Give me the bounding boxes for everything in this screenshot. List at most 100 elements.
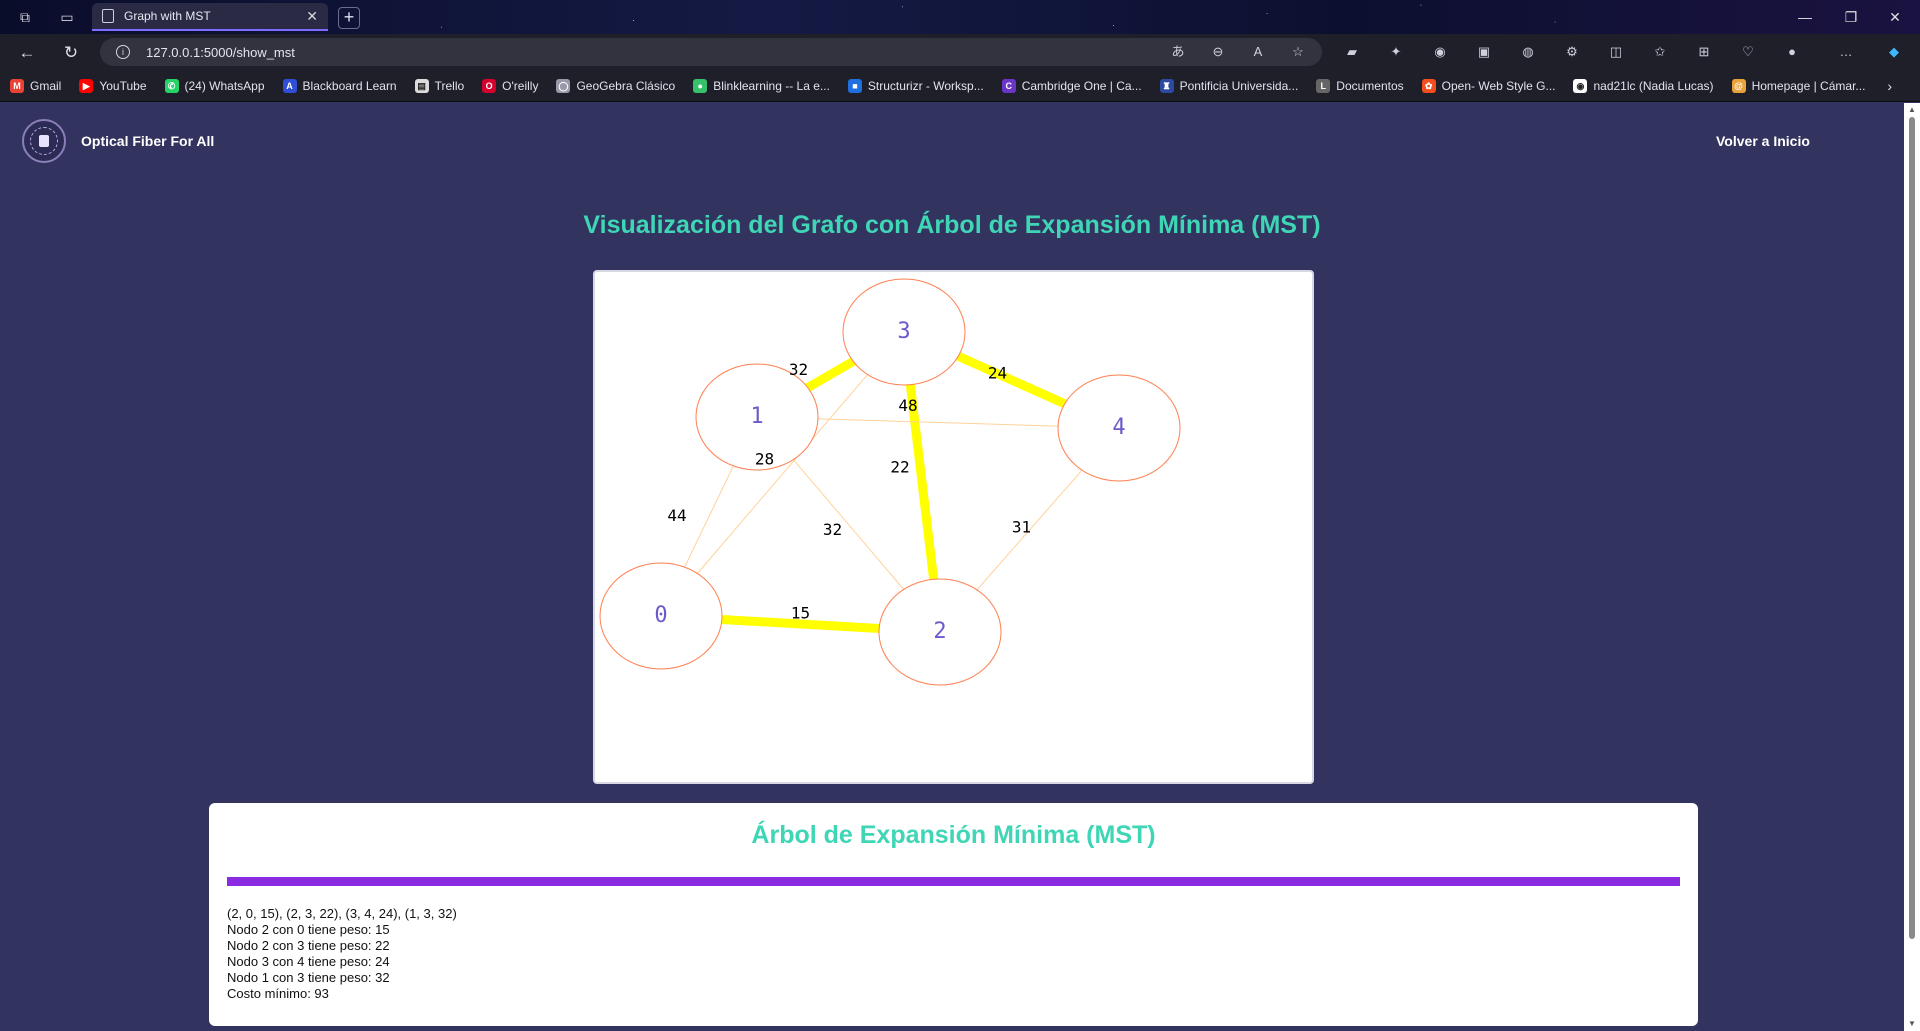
tab-title: Graph with MST <box>124 9 211 23</box>
bookmark-favicon-icon: A <box>282 78 297 93</box>
mst-line: Nodo 2 con 3 tiene peso: 22 <box>227 938 390 953</box>
node-label: 4 <box>1112 415 1125 440</box>
page-icon <box>102 9 114 23</box>
bookmarks-overflow-icon[interactable]: › <box>1887 78 1892 94</box>
extension-translate-icon[interactable]: ▣ <box>1474 42 1494 62</box>
bookmark-favicon-icon: ● <box>693 78 708 93</box>
bookmark-label: Trello <box>434 78 465 93</box>
bookmark-favicon-icon: ■ <box>847 78 862 93</box>
bookmark-label: Cambridge One | Ca... <box>1021 78 1142 93</box>
bookmark-label: YouTube <box>99 78 147 93</box>
logo-ring <box>30 127 58 155</box>
bookmark-item[interactable]: C Cambridge One | Ca... <box>1001 78 1142 93</box>
bookmark-item[interactable]: ✆ (24) WhatsApp <box>164 78 265 93</box>
node-label: 0 <box>654 603 667 628</box>
browser-toolbar: ← ↻ i 127.0.0.1:5000/show_mst あ ⊖ A ☆ ▰ … <box>0 34 1920 70</box>
edge-weight-label: 24 <box>988 364 1007 383</box>
close-tab-icon[interactable]: ✕ <box>306 8 318 25</box>
workspaces-icon[interactable]: ⧉ <box>16 8 34 26</box>
edge-weight-label: 15 <box>791 604 810 623</box>
bookmark-favicon-icon: ◯ <box>556 78 571 93</box>
bookmark-item[interactable]: ♜ Pontificia Universida... <box>1159 78 1298 93</box>
bookmark-item[interactable]: ● Blinklearning -- La e... <box>693 78 830 93</box>
edge-weight-label: 44 <box>667 506 686 525</box>
favorite-star-icon[interactable]: ☆ <box>1288 42 1308 62</box>
minimize-button[interactable]: — <box>1790 7 1820 27</box>
mst-line: Nodo 3 con 4 tiene peso: 24 <box>227 954 390 969</box>
mst-divider <box>227 877 1680 886</box>
edge-weight-label: 22 <box>890 458 909 477</box>
scrollbar-thumb[interactable] <box>1909 117 1915 939</box>
mst-line: Nodo 2 con 0 tiene peso: 15 <box>227 922 390 937</box>
favorites-icon[interactable]: ✩ <box>1650 42 1670 62</box>
mst-title: Árbol de Expansión Mínima (MST) <box>751 821 1156 849</box>
more-options-icon[interactable]: … <box>1836 42 1856 62</box>
bookmark-item[interactable]: L Documentos <box>1316 78 1404 93</box>
read-aloud-icon[interactable]: A <box>1248 42 1268 62</box>
zoom-icon[interactable]: ⊖ <box>1208 42 1228 62</box>
bookmark-label: GeoGebra Clásico <box>576 78 676 93</box>
bookmark-label: (24) WhatsApp <box>184 78 265 93</box>
brand-name[interactable]: Optical Fiber For All <box>81 133 214 149</box>
restore-button[interactable]: ❐ <box>1836 7 1866 27</box>
bookmark-favicon-icon: C <box>1001 78 1016 93</box>
edge-weight-label: 31 <box>1012 518 1031 537</box>
extension-fox-icon[interactable]: ✦ <box>1386 42 1406 62</box>
bookmark-item[interactable]: ▶ YouTube <box>79 78 147 93</box>
tab-actions-icon[interactable]: ▭ <box>58 8 76 26</box>
edge-weight-label: 32 <box>823 520 842 539</box>
graph-visualization: 0 1 2 3 4 15 22 24 32 44 28 32 48 31 <box>599 278 1181 686</box>
extension-bot-icon[interactable]: ◍ <box>1518 42 1538 62</box>
bookmark-favicon-icon: O <box>482 78 497 93</box>
page-scrollbar[interactable]: ▲ ▼ <box>1904 103 1920 1031</box>
bookmark-item[interactable]: ◯ GeoGebra Clásico <box>556 78 676 93</box>
mst-line: Nodo 1 con 3 tiene peso: 32 <box>227 970 390 985</box>
bookmark-label: nad21lc (Nadia Lucas) <box>1593 78 1714 93</box>
copilot-icon[interactable]: ◆ <box>1884 42 1904 62</box>
scroll-up-icon[interactable]: ▲ <box>1908 106 1916 114</box>
profile-avatar-icon[interactable]: ● <box>1782 42 1802 62</box>
bookmark-label: Documentos <box>1336 78 1404 93</box>
bookmark-label: Structurizr - Worksp... <box>867 78 984 93</box>
bookmark-favicon-icon: ▤ <box>414 78 429 93</box>
scroll-down-icon[interactable]: ▼ <box>1908 1020 1916 1028</box>
bookmark-label: Homepage | Cámar... <box>1751 78 1866 93</box>
extension-icon[interactable]: ▰ <box>1342 42 1362 62</box>
bookmark-favicon-icon: ♜ <box>1159 78 1174 93</box>
collections-icon[interactable]: ⊞ <box>1694 42 1714 62</box>
graph-card: 0 1 2 3 4 15 22 24 32 44 28 32 48 31 <box>593 270 1314 784</box>
split-screen-icon[interactable]: ◫ <box>1606 42 1626 62</box>
address-bar[interactable]: i 127.0.0.1:5000/show_mst <box>100 38 1322 66</box>
bookmark-item[interactable]: ■ Structurizr - Worksp... <box>847 78 984 93</box>
bookmark-item[interactable]: ▤ Trello <box>414 78 465 93</box>
bookmark-label: Gmail <box>30 78 62 93</box>
translate-icon[interactable]: あ <box>1168 42 1188 62</box>
bookmark-item[interactable]: O O'reilly <box>482 78 539 93</box>
bookmark-item[interactable]: M Gmail <box>10 78 62 93</box>
new-tab-button[interactable]: + <box>338 7 360 29</box>
node-label: 1 <box>750 404 763 429</box>
site-info-icon[interactable]: i <box>116 45 130 59</box>
tab-graph-with-mst[interactable]: Graph with MST ✕ <box>92 3 328 31</box>
mst-line: (2, 0, 15), (2, 3, 22), (3, 4, 24), (1, … <box>227 906 457 921</box>
home-link[interactable]: Volver a Inicio <box>1716 133 1810 149</box>
page-content: Optical Fiber For All Volver a Inicio Vi… <box>0 103 1904 1031</box>
node-label: 2 <box>933 619 946 644</box>
extension-circle-icon[interactable]: ◉ <box>1430 42 1450 62</box>
browser-essentials-icon[interactable]: ♡ <box>1738 42 1758 62</box>
bookmark-label: O'reilly <box>502 78 539 93</box>
back-button[interactable]: ← <box>16 42 38 64</box>
bookmark-item[interactable]: A Blackboard Learn <box>282 78 397 93</box>
bookmark-item[interactable]: ✿ Open- Web Style G... <box>1421 78 1555 93</box>
bookmark-label: Blackboard Learn <box>302 78 397 93</box>
bookmark-favicon-icon: ▶ <box>79 78 94 93</box>
bookmark-item[interactable]: @ Homepage | Cámar... <box>1731 78 1866 93</box>
extensions-puzzle-icon[interactable]: ⚙ <box>1562 42 1582 62</box>
url-text: 127.0.0.1:5000/show_mst <box>146 44 295 60</box>
bookmark-favicon-icon: ✆ <box>164 78 179 93</box>
bookmark-label: Blinklearning -- La e... <box>713 78 830 93</box>
site-logo[interactable] <box>22 119 66 163</box>
close-window-button[interactable]: ✕ <box>1880 7 1910 27</box>
refresh-button[interactable]: ↻ <box>60 42 82 64</box>
bookmark-item[interactable]: ◉ nad21lc (Nadia Lucas) <box>1573 78 1714 93</box>
